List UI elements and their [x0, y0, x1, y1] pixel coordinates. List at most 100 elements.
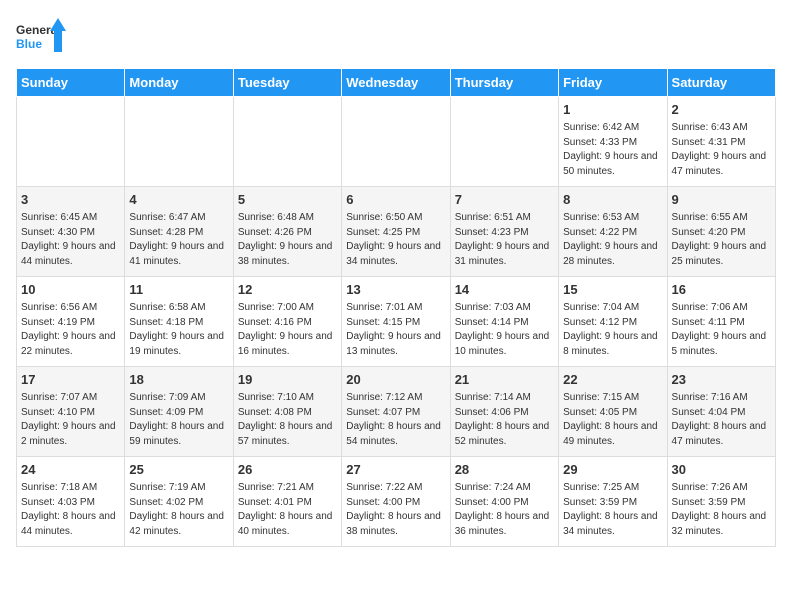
day-info: Sunrise: 7:18 AM Sunset: 4:03 PM Dayligh…	[21, 481, 120, 539]
day-number: 29	[563, 461, 662, 479]
day-info: Sunrise: 7:26 AM Sunset: 3:59 PM Dayligh…	[672, 481, 771, 539]
day-cell: 21Sunrise: 7:14 AM Sunset: 4:06 PM Dayli…	[450, 367, 558, 457]
day-cell: 10 Sunrise: 6:56 AM Sunset: 4:19 PM Dayli…	[17, 277, 125, 367]
day-info: Sunrise: 6:47 AM Sunset: 4:28 PM Dayligh…	[129, 211, 228, 269]
week-row-1: 1 Sunrise: 6:42 AM Sunset: 4:33 PM Daylig…	[17, 97, 776, 187]
day-cell: 17 Sunrise: 7:07 AM Sunset: 4:10 PM Dayli…	[17, 367, 125, 457]
day-cell: 5Sunrise: 6:48 AM Sunset: 4:26 PM Daylig…	[233, 187, 341, 277]
day-number: 19	[238, 371, 337, 389]
week-row-2: 3Sunrise: 6:45 AM Sunset: 4:30 PM Daylig…	[17, 187, 776, 277]
day-number: 10	[21, 281, 120, 299]
day-number: 30	[672, 461, 771, 479]
day-info: Sunrise: 6:43 AM Sunset: 4:31 PM Dayligh…	[672, 121, 771, 179]
day-number: 27	[346, 461, 445, 479]
day-cell: 27 Sunrise: 7:22 AM Sunset: 4:00 PM Dayli…	[342, 457, 450, 547]
weekday-header-monday: Monday	[125, 69, 233, 97]
day-cell: 7 Sunrise: 6:51 AM Sunset: 4:23 PM Daylig…	[450, 187, 558, 277]
day-cell: 22 Sunrise: 7:15 AM Sunset: 4:05 PM Dayli…	[559, 367, 667, 457]
day-cell: 4 Sunrise: 6:47 AM Sunset: 4:28 PM Daylig…	[125, 187, 233, 277]
day-number: 23	[672, 371, 771, 389]
day-number: 2	[672, 101, 771, 119]
day-info: Sunrise: 7:19 AM Sunset: 4:02 PM Dayligh…	[129, 481, 228, 539]
day-cell: 25 Sunrise: 7:19 AM Sunset: 4:02 PM Dayli…	[125, 457, 233, 547]
day-info: Sunrise: 7:24 AM Sunset: 4:00 PM Dayligh…	[455, 481, 554, 539]
weekday-header-friday: Friday	[559, 69, 667, 97]
day-number: 16	[672, 281, 771, 299]
day-info: Sunrise: 7:06 AM Sunset: 4:11 PM Dayligh…	[672, 301, 771, 359]
day-info: Sunrise: 7:04 AM Sunset: 4:12 PM Dayligh…	[563, 301, 662, 359]
day-info: Sunrise: 7:10 AM Sunset: 4:08 PM Dayligh…	[238, 391, 337, 449]
day-info: Sunrise: 7:00 AM Sunset: 4:16 PM Dayligh…	[238, 301, 337, 359]
day-cell: 20Sunrise: 7:12 AM Sunset: 4:07 PM Dayli…	[342, 367, 450, 457]
day-info: Sunrise: 7:25 AM Sunset: 3:59 PM Dayligh…	[563, 481, 662, 539]
day-number: 4	[129, 191, 228, 209]
day-cell: 9Sunrise: 6:55 AM Sunset: 4:20 PM Daylig…	[667, 187, 775, 277]
day-cell: 19 Sunrise: 7:10 AM Sunset: 4:08 PM Dayli…	[233, 367, 341, 457]
week-row-5: 24 Sunrise: 7:18 AM Sunset: 4:03 PM Dayli…	[17, 457, 776, 547]
day-cell: 26 Sunrise: 7:21 AM Sunset: 4:01 PM Dayli…	[233, 457, 341, 547]
day-cell	[233, 97, 341, 187]
day-cell: 2 Sunrise: 6:43 AM Sunset: 4:31 PM Daylig…	[667, 97, 775, 187]
day-info: Sunrise: 7:12 AM Sunset: 4:07 PM Dayligh…	[346, 391, 445, 449]
day-number: 1	[563, 101, 662, 119]
day-number: 8	[563, 191, 662, 209]
day-number: 22	[563, 371, 662, 389]
day-number: 7	[455, 191, 554, 209]
day-info: Sunrise: 6:58 AM Sunset: 4:18 PM Dayligh…	[129, 301, 228, 359]
weekday-header-saturday: Saturday	[667, 69, 775, 97]
day-cell: 16 Sunrise: 7:06 AM Sunset: 4:11 PM Dayli…	[667, 277, 775, 367]
day-number: 25	[129, 461, 228, 479]
day-info: Sunrise: 6:48 AM Sunset: 4:26 PM Dayligh…	[238, 211, 337, 269]
day-cell: 23 Sunrise: 7:16 AM Sunset: 4:04 PM Dayli…	[667, 367, 775, 457]
day-number: 21	[455, 371, 554, 389]
logo: General Blue	[16, 16, 66, 60]
day-number: 24	[21, 461, 120, 479]
weekday-header-sunday: Sunday	[17, 69, 125, 97]
day-number: 28	[455, 461, 554, 479]
day-cell: 15Sunrise: 7:04 AM Sunset: 4:12 PM Dayli…	[559, 277, 667, 367]
day-number: 3	[21, 191, 120, 209]
day-number: 11	[129, 281, 228, 299]
day-number: 17	[21, 371, 120, 389]
weekday-header-row: SundayMondayTuesdayWednesdayThursdayFrid…	[17, 69, 776, 97]
day-info: Sunrise: 7:21 AM Sunset: 4:01 PM Dayligh…	[238, 481, 337, 539]
day-cell: 13 Sunrise: 7:01 AM Sunset: 4:15 PM Dayli…	[342, 277, 450, 367]
day-info: Sunrise: 7:16 AM Sunset: 4:04 PM Dayligh…	[672, 391, 771, 449]
day-cell: 12 Sunrise: 7:00 AM Sunset: 4:16 PM Dayli…	[233, 277, 341, 367]
weekday-header-thursday: Thursday	[450, 69, 558, 97]
weekday-header-tuesday: Tuesday	[233, 69, 341, 97]
day-info: Sunrise: 7:03 AM Sunset: 4:14 PM Dayligh…	[455, 301, 554, 359]
day-cell	[17, 97, 125, 187]
day-cell	[125, 97, 233, 187]
day-info: Sunrise: 6:53 AM Sunset: 4:22 PM Dayligh…	[563, 211, 662, 269]
day-cell: 8 Sunrise: 6:53 AM Sunset: 4:22 PM Daylig…	[559, 187, 667, 277]
day-info: Sunrise: 7:09 AM Sunset: 4:09 PM Dayligh…	[129, 391, 228, 449]
logo-svg: General Blue	[16, 16, 66, 60]
day-number: 13	[346, 281, 445, 299]
calendar-table: SundayMondayTuesdayWednesdayThursdayFrid…	[16, 68, 776, 547]
day-number: 14	[455, 281, 554, 299]
day-info: Sunrise: 7:15 AM Sunset: 4:05 PM Dayligh…	[563, 391, 662, 449]
day-number: 18	[129, 371, 228, 389]
day-info: Sunrise: 6:55 AM Sunset: 4:20 PM Dayligh…	[672, 211, 771, 269]
day-info: Sunrise: 6:50 AM Sunset: 4:25 PM Dayligh…	[346, 211, 445, 269]
day-info: Sunrise: 7:22 AM Sunset: 4:00 PM Dayligh…	[346, 481, 445, 539]
day-cell: 18 Sunrise: 7:09 AM Sunset: 4:09 PM Dayli…	[125, 367, 233, 457]
day-cell	[342, 97, 450, 187]
day-number: 26	[238, 461, 337, 479]
day-number: 12	[238, 281, 337, 299]
svg-text:Blue: Blue	[16, 37, 42, 51]
day-number: 6	[346, 191, 445, 209]
day-cell: 6 Sunrise: 6:50 AM Sunset: 4:25 PM Daylig…	[342, 187, 450, 277]
day-cell: 3Sunrise: 6:45 AM Sunset: 4:30 PM Daylig…	[17, 187, 125, 277]
day-info: Sunrise: 7:07 AM Sunset: 4:10 PM Dayligh…	[21, 391, 120, 449]
day-info: Sunrise: 7:01 AM Sunset: 4:15 PM Dayligh…	[346, 301, 445, 359]
day-cell: 28 Sunrise: 7:24 AM Sunset: 4:00 PM Dayli…	[450, 457, 558, 547]
day-info: Sunrise: 6:42 AM Sunset: 4:33 PM Dayligh…	[563, 121, 662, 179]
day-cell	[450, 97, 558, 187]
day-info: Sunrise: 6:56 AM Sunset: 4:19 PM Dayligh…	[21, 301, 120, 359]
day-info: Sunrise: 6:51 AM Sunset: 4:23 PM Dayligh…	[455, 211, 554, 269]
week-row-4: 17 Sunrise: 7:07 AM Sunset: 4:10 PM Dayli…	[17, 367, 776, 457]
day-cell: 30 Sunrise: 7:26 AM Sunset: 3:59 PM Dayli…	[667, 457, 775, 547]
day-cell: 29 Sunrise: 7:25 AM Sunset: 3:59 PM Dayli…	[559, 457, 667, 547]
